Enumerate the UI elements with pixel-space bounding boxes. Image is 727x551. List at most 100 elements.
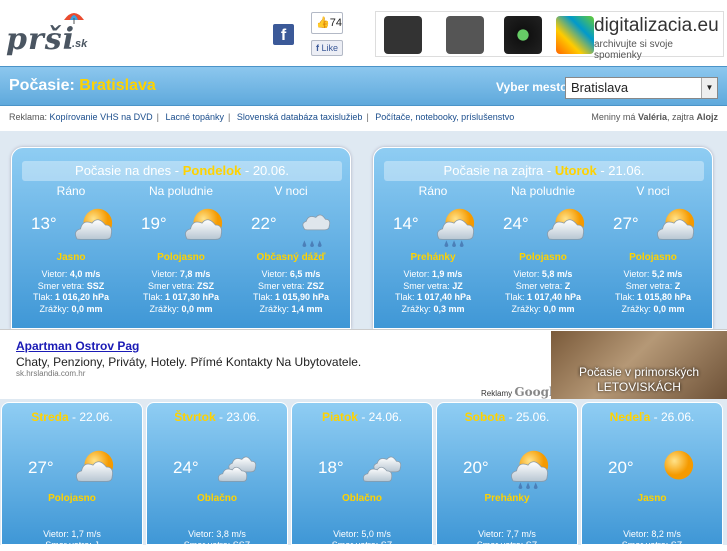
day-card: Piatok - 24.06. 18° Oblačno Vietor: 5,0 m/s… xyxy=(291,402,433,550)
details: Vietor: 3,8 m/s Smer vetra: SSZ xyxy=(147,529,287,551)
wind-label: Vietor: xyxy=(41,269,68,279)
rain-label: Zrážky: xyxy=(149,303,179,314)
logo-domain: .sk xyxy=(72,38,88,50)
forecast-panel-tomorrow: Počasie na zajtra - Utorok - 21.06. Ráno 1… xyxy=(373,147,713,329)
partly-cloudy-icon xyxy=(543,204,587,248)
name-day: Meniny má Valéria, zajtra Alojz xyxy=(591,112,718,122)
temperature: 18° xyxy=(318,458,344,477)
temperature: 27° xyxy=(613,214,639,233)
wind-value: 5,2 m/s xyxy=(651,269,683,279)
day-card: Sobota - 25.06. 20° Prehánky Vietor: 7,7 m/… xyxy=(436,402,578,550)
day-date: - 26.06. xyxy=(653,410,695,424)
day-date: - 22.06. xyxy=(72,410,113,424)
name-day-today: Valéria xyxy=(637,112,667,122)
partly-cloudy-icon xyxy=(181,204,225,248)
wind-dir: Smer vetra: J xyxy=(45,540,99,550)
day-name: Piatok xyxy=(321,410,358,424)
pressure-value: 1 015,80 hPa xyxy=(636,292,692,302)
rain-value: 0,0 mm xyxy=(181,303,213,314)
pressure-label: Tlak: xyxy=(142,292,163,302)
details: Vietor: 5,0 m/s Smer vetra: SZ xyxy=(292,529,432,551)
google-ads-label[interactable]: Reklamy Google xyxy=(481,385,561,399)
ad-links-label: Reklama: xyxy=(9,112,48,122)
rain-label: Zrážky: xyxy=(621,303,651,314)
city-select[interactable]: Bratislava ▼ xyxy=(565,77,718,99)
rain-value: 1,4 mm xyxy=(291,303,323,314)
panel-heading-prefix: Počasie na dnes - xyxy=(75,163,180,178)
site-logo[interactable]: prši .sk xyxy=(6,8,96,60)
wind-dir: Smer vetra: SSZ xyxy=(183,540,251,550)
details: Vietor: 8,2 m/s Smer vetra: SZ xyxy=(582,529,722,551)
temperature: 13° xyxy=(31,214,57,233)
pressure-value: 1 015,90 hPa xyxy=(274,292,330,302)
wind-dir: Smer vetra: SZ xyxy=(331,540,393,550)
time-slot-label: Na poludnie xyxy=(510,184,576,198)
panel-heading-day: Utorok xyxy=(554,163,597,178)
ad-text: Chaty, Penziony, Priváty, Hotely. Přímé … xyxy=(16,355,362,369)
wind: Vietor: 5,0 m/s xyxy=(333,529,391,539)
like-count-value: 74 xyxy=(329,17,342,29)
panel-heading-day: Pondelok xyxy=(182,163,242,178)
film-strip-icon xyxy=(384,16,422,54)
temperature: 27° xyxy=(28,458,54,477)
ad-link[interactable]: Kopírovanie VHS na DVD xyxy=(50,112,153,122)
temperature: 22° xyxy=(251,214,277,233)
partly-cloudy-icon xyxy=(72,446,116,490)
banner-ad[interactable]: digitalizacia.eu archivujte si svoje spo… xyxy=(375,11,724,61)
rain-value: 0,3 mm xyxy=(433,303,465,314)
ad-link[interactable]: Lacné topánky xyxy=(165,112,224,122)
wind-value: 4,0 m/s xyxy=(69,269,101,279)
time-slot: V noci 27° Polojasno Vietor: 5,2 m/s Smer ve… xyxy=(599,182,707,314)
wind-dir-label: Smer vetra: xyxy=(147,280,195,291)
day-heading: Sobota - 25.06. xyxy=(437,410,577,424)
thumbs-up-icon: 👍 xyxy=(316,17,330,29)
city-select-value: Bratislava xyxy=(571,80,629,95)
panel-heading: Počasie na zajtra - Utorok - 21.06. xyxy=(384,161,704,181)
time-slot: Na poludnie 24° Polojasno Vietor: 5,8 m/s Sm… xyxy=(489,182,597,314)
wind: Vietor: 7,7 m/s xyxy=(478,529,536,539)
city-select-label: Vyber mesto xyxy=(496,80,568,94)
ad-link[interactable]: Slovenská databáza taxislužieb xyxy=(237,112,363,122)
rain-value: 0,0 mm xyxy=(543,303,575,314)
ad-url[interactable]: sk.hrslandia.com.hr xyxy=(16,369,85,378)
day-name: Sobota xyxy=(464,410,506,424)
panel-heading-date: - 21.06. xyxy=(600,163,645,178)
ad-link[interactable]: Počítače, notebooky, príslušenstvo xyxy=(375,112,514,122)
day-card: Nedeľa - 26.06. 20° Jasno Vietor: 8,2 m/s Sm… xyxy=(581,402,723,550)
ad-links-bar: Reklama: Kopírovanie VHS na DVD | Lacné t… xyxy=(9,112,718,122)
rain-value: 0,0 mm xyxy=(71,303,103,314)
ads-prefix: Reklamy xyxy=(481,389,513,398)
wind-dir-label: Smer vetra: xyxy=(257,280,305,291)
panel-heading-prefix: Počasie na zajtra - xyxy=(443,163,552,178)
time-slot-label: V noci xyxy=(274,184,308,198)
like-button[interactable]: f Like xyxy=(311,40,343,56)
facebook-icon: f xyxy=(315,43,319,53)
chevron-down-icon[interactable]: ▼ xyxy=(701,78,717,98)
banner-caption-2: LETOVISKÁCH xyxy=(597,380,681,394)
name-day-tomorrow: Alojz xyxy=(696,112,719,122)
day-date: - 24.06. xyxy=(361,410,403,424)
condition: Jasno xyxy=(56,252,86,263)
pressure-label: Tlak: xyxy=(614,292,635,302)
forecast-panel-today: Počasie na dnes - Pondelok - 20.06. Ráno 1… xyxy=(11,147,351,329)
photo-reel-icon xyxy=(446,16,484,54)
rain-label: Zrážky: xyxy=(259,303,289,314)
day-date: - 25.06. xyxy=(508,410,550,424)
condition: Občasný dážď xyxy=(256,252,326,263)
wind-dir-label: Smer vetra: xyxy=(37,280,85,291)
day-card: Streda - 22.06. 27° Polojasno Vietor: 1,7 m… xyxy=(1,402,143,550)
cloudy-icon xyxy=(362,446,406,490)
wind-label: Vietor: xyxy=(151,269,178,279)
facebook-icon[interactable]: f xyxy=(273,24,294,45)
ad-title-link[interactable]: Apartman Ostrov Pag xyxy=(16,339,139,353)
wind-dir-label: Smer vetra: xyxy=(403,280,450,291)
wind-dir-value: SSZ xyxy=(86,280,105,291)
condition: Oblačno xyxy=(196,493,237,504)
name-day-prefix: Meniny má xyxy=(591,112,636,122)
coastal-weather-banner[interactable]: Počasie v primorských LETOVISKÁCH xyxy=(551,331,727,399)
wind: Vietor: 3,8 m/s xyxy=(188,529,246,539)
partly-cloudy-icon xyxy=(71,204,115,248)
logo-text: prši xyxy=(6,22,76,57)
site-header: prši .sk f 👍74 f Like digitalizacia.eu a… xyxy=(0,0,727,66)
banner-title: digitalizacia.eu xyxy=(594,15,719,36)
